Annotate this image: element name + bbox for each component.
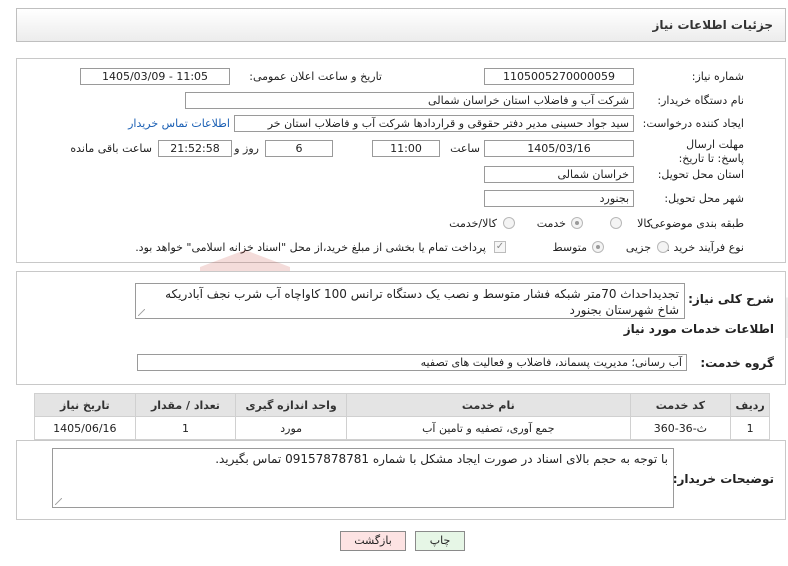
buyer-contact-link[interactable]: اطلاعات تماس خریدار — [128, 117, 230, 130]
remaining-time-label: ساعت باقی مانده — [70, 142, 152, 155]
back-button[interactable]: بازگشت — [340, 531, 406, 551]
city-label: شهر محل تحویل: — [664, 192, 744, 205]
resize-handle-icon[interactable] — [55, 498, 62, 505]
service-name-cell: جمع آوری، تصفیه و تامین آب — [346, 416, 631, 440]
buyer-notes-text: با توجه به حجم بالای اسناد در صورت ایجاد… — [215, 452, 668, 466]
creator-field[interactable]: سید جواد حسینی مدیر دفتر حقوقی و قرارداد… — [234, 115, 634, 132]
buyer-notes-textarea[interactable]: با توجه به حجم بالای اسناد در صورت ایجاد… — [52, 448, 674, 508]
description-text: تجدیداحداث 70متر شبکه فشار متوسط و نصب ی… — [165, 287, 679, 317]
announce-datetime-label: تاریخ و ساعت اعلان عمومی: — [249, 70, 382, 83]
deadline-date-field[interactable]: 1405/03/16 — [484, 140, 634, 157]
services-table: ردیف کد خدمت نام خدمت واحد اندازه گیری ت… — [34, 393, 770, 440]
table-row[interactable]: 1 ث-36-360 جمع آوری، تصفیه و تامین آب مو… — [34, 416, 770, 440]
category-radio-goods[interactable] — [610, 217, 622, 229]
category-radio-goods-service[interactable] — [503, 217, 515, 229]
description-label: شرح کلی نیاز: — [688, 292, 774, 306]
need-number-label: شماره نیاز: — [691, 70, 744, 83]
process-label: نوع فرآیند خرید : — [666, 241, 744, 254]
deadline-time-label: ساعت — [450, 142, 480, 155]
days-label: روز و — [234, 142, 259, 155]
category-option-goods-service: کالا/خدمت — [449, 217, 497, 230]
treasury-payment-checkbox[interactable]: ✓ — [494, 241, 506, 253]
resize-handle-icon[interactable] — [138, 309, 145, 316]
process-option-minor: جزیی — [625, 241, 651, 254]
service-group-field[interactable]: آب رسانی؛ مدیریت پسماند، فاضلاب و فعالیت… — [137, 354, 687, 371]
process-radio-minor[interactable] — [657, 241, 669, 253]
need-date-cell: 1405/06/16 — [34, 416, 136, 440]
services-table-header: ردیف کد خدمت نام خدمت واحد اندازه گیری ت… — [34, 393, 770, 417]
province-label: استان محل تحویل: — [657, 168, 744, 181]
announce-datetime-field[interactable]: 1405/03/09 - 11:05 — [80, 68, 230, 85]
city-field[interactable]: بجنورد — [484, 190, 634, 207]
col-service-name: نام خدمت — [346, 393, 631, 417]
province-field[interactable]: خراسان شمالی — [484, 166, 634, 183]
row-number-cell: 1 — [730, 416, 770, 440]
page-title: جزئیات اطلاعات نیاز — [652, 18, 773, 32]
col-unit: واحد اندازه گیری — [235, 393, 348, 417]
need-number-field[interactable]: 1105005270000059 — [484, 68, 634, 85]
treasury-payment-note: پرداخت تمام یا بخشی از مبلغ خرید،از محل … — [135, 241, 486, 254]
page-header: جزئیات اطلاعات نیاز — [16, 8, 786, 42]
unit-cell: مورد — [235, 416, 348, 440]
print-button[interactable]: چاپ — [415, 531, 465, 551]
buyer-org-field[interactable]: شرکت آب و فاضلاب استان خراسان شمالی — [185, 92, 634, 109]
process-radio-medium[interactable] — [592, 241, 604, 253]
category-label: طبقه بندی موضوعی: — [646, 217, 744, 230]
category-option-service: خدمت — [536, 217, 566, 230]
category-radio-service[interactable] — [571, 217, 583, 229]
creator-label: ایجاد کننده درخواست: — [642, 117, 744, 130]
quantity-cell: 1 — [134, 416, 237, 440]
service-code-cell: ث-36-360 — [629, 416, 732, 440]
col-quantity: تعداد / مقدار — [134, 393, 237, 417]
category-option-goods: کالا — [637, 217, 652, 230]
remaining-days-field[interactable]: 6 — [265, 140, 333, 157]
col-service-code: کد خدمت — [629, 393, 732, 417]
services-section-title: اطلاعات خدمات مورد نیاز — [623, 322, 774, 336]
description-textarea[interactable]: تجدیداحداث 70متر شبکه فشار متوسط و نصب ی… — [135, 283, 685, 319]
col-need-date: تاریخ نیاز — [34, 393, 136, 417]
col-row-number: ردیف — [730, 393, 770, 417]
process-option-medium: متوسط — [552, 241, 587, 254]
remaining-time-field[interactable]: 21:52:58 — [158, 140, 232, 157]
buyer-notes-label: توضیحات خریدار: — [672, 472, 774, 486]
deadline-label: مهلت ارسال پاسخ: تا تاریخ: — [678, 138, 744, 165]
buyer-org-label: نام دستگاه خریدار: — [657, 94, 744, 107]
service-group-label: گروه خدمت: — [700, 356, 774, 370]
deadline-time-field[interactable]: 11:00 — [372, 140, 440, 157]
